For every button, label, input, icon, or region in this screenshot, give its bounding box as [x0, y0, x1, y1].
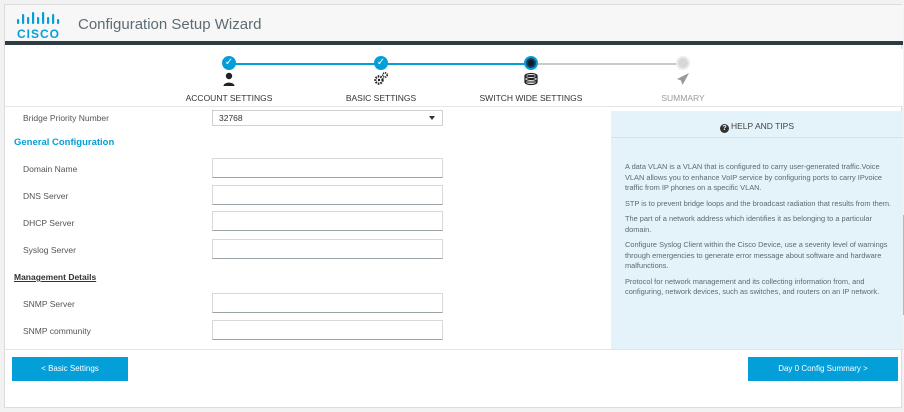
- step-4-pending-indicator[interactable]: [676, 56, 690, 70]
- cisco-logo: CISCO: [16, 11, 66, 41]
- help-tip: Configure Syslog Client within the Cisco…: [625, 240, 888, 270]
- wizard-stepper: ✓ ACCOUNT SETTINGS ✓ BASIC SETTINGS SWIT…: [5, 49, 903, 107]
- dns-server-label: DNS Server: [23, 191, 69, 201]
- snmp-community-label: SNMP community: [23, 326, 91, 336]
- divider: [611, 137, 903, 138]
- cisco-logo-text: CISCO: [17, 27, 61, 41]
- snmp-server-field[interactable]: [212, 293, 443, 313]
- step-label-basic-settings[interactable]: BASIC SETTINGS: [321, 93, 441, 103]
- snmp-server-label: SNMP Server: [23, 299, 75, 309]
- chevron-down-icon: [429, 116, 435, 120]
- help-panel-header: ? HELP AND TIPS: [611, 121, 903, 133]
- help-tips-list: A data VLAN is a VLAN that is configured…: [625, 162, 895, 303]
- syslog-server-label: Syslog Server: [23, 245, 76, 255]
- cisco-logo-bars: [17, 12, 60, 24]
- dhcp-server-label: DHCP Server: [23, 218, 75, 228]
- dns-server-field[interactable]: [212, 185, 443, 205]
- divider: [5, 349, 903, 350]
- help-tip: A data VLAN is a VLAN that is configured…: [625, 162, 883, 192]
- help-tip: The part of a network address which iden…: [625, 214, 872, 234]
- user-icon: [223, 72, 235, 86]
- domain-name-field[interactable]: [212, 158, 443, 178]
- step-2-check-icon[interactable]: ✓: [374, 56, 388, 70]
- step-1-check-icon[interactable]: ✓: [222, 56, 236, 70]
- management-details-heading: Management Details: [14, 272, 97, 282]
- step-label-summary[interactable]: SUMMARY: [623, 93, 743, 103]
- help-panel-title: HELP AND TIPS: [731, 121, 794, 131]
- snmp-community-field[interactable]: [212, 320, 443, 340]
- step-connector: [381, 63, 531, 65]
- help-tip: STP is to prevent bridge loops and the b…: [625, 198, 892, 208]
- next-day0-config-summary-button[interactable]: Day 0 Config Summary >: [748, 357, 898, 381]
- step-label-account-settings[interactable]: ACCOUNT SETTINGS: [169, 93, 289, 103]
- help-and-tips-panel: ? HELP AND TIPS A data VLAN is a VLAN tha…: [611, 111, 903, 349]
- syslog-server-field[interactable]: [212, 239, 443, 259]
- app-header: CISCO Configuration Setup Wizard: [5, 5, 903, 45]
- paper-plane-icon: [677, 73, 689, 85]
- step-3-current-indicator[interactable]: [524, 56, 538, 70]
- page-title: Configuration Setup Wizard: [78, 16, 262, 33]
- step-connector: [531, 63, 683, 65]
- step-connector: [229, 63, 381, 65]
- bridge-priority-label: Bridge Priority Number: [23, 113, 109, 123]
- bridge-priority-value: 32768: [219, 113, 243, 123]
- help-tip: Protocol for network management and its …: [625, 276, 880, 297]
- dhcp-server-field[interactable]: [212, 211, 443, 231]
- step-label-switch-wide-settings[interactable]: SWITCH WIDE SETTINGS: [471, 93, 591, 103]
- domain-name-label: Domain Name: [23, 164, 78, 174]
- wizard-window: CISCO Configuration Setup Wizard ✓ ACCOU…: [4, 4, 904, 408]
- general-configuration-heading: General Configuration: [14, 137, 115, 148]
- back-basic-settings-button[interactable]: < Basic Settings: [12, 357, 128, 381]
- switch-icon: [524, 72, 538, 86]
- gears-icon: [374, 71, 389, 85]
- question-circle-icon: ?: [720, 124, 729, 133]
- bridge-priority-select[interactable]: 32768: [212, 110, 443, 126]
